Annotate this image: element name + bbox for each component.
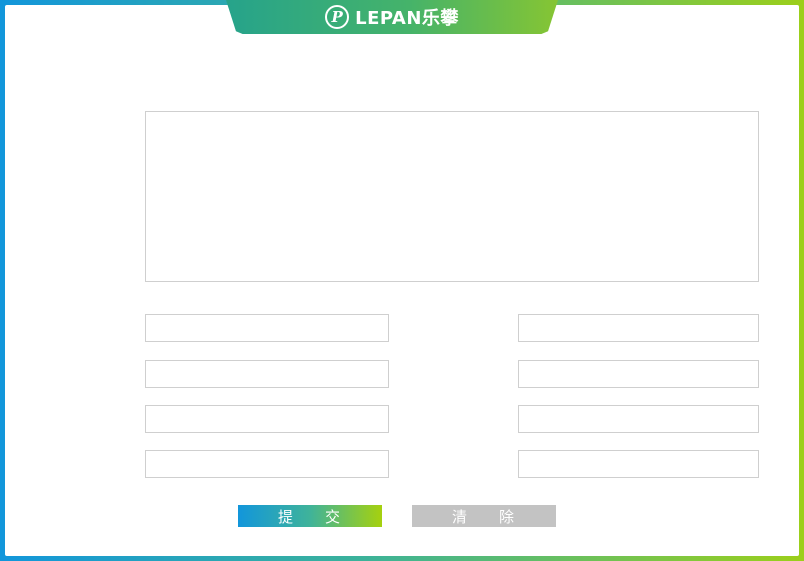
field-left-2[interactable] [145, 360, 389, 388]
submit-label-char-1: 提 [277, 507, 295, 526]
field-right-1[interactable] [518, 314, 759, 342]
field-left-1[interactable] [145, 314, 389, 342]
submit-label-char-2: 交 [325, 507, 343, 526]
field-right-2[interactable] [518, 360, 759, 388]
submit-button[interactable]: 提 交 [238, 505, 382, 527]
field-left-3[interactable] [145, 405, 389, 433]
field-left-4[interactable] [145, 450, 389, 478]
field-right-4[interactable] [518, 450, 759, 478]
header-tab: P LEPAN乐攀 [226, 0, 558, 34]
clear-label-char-1: 清 [451, 507, 469, 526]
brand-logo: P LEPAN乐攀 [226, 0, 558, 34]
clear-button[interactable]: 清 除 [412, 505, 556, 527]
field-right-3[interactable] [518, 405, 759, 433]
logo-mark-icon: P [325, 5, 350, 29]
logo-text: LEPAN乐攀 [355, 8, 459, 29]
clear-label-char-2: 除 [499, 507, 517, 526]
message-textarea[interactable] [145, 111, 759, 282]
